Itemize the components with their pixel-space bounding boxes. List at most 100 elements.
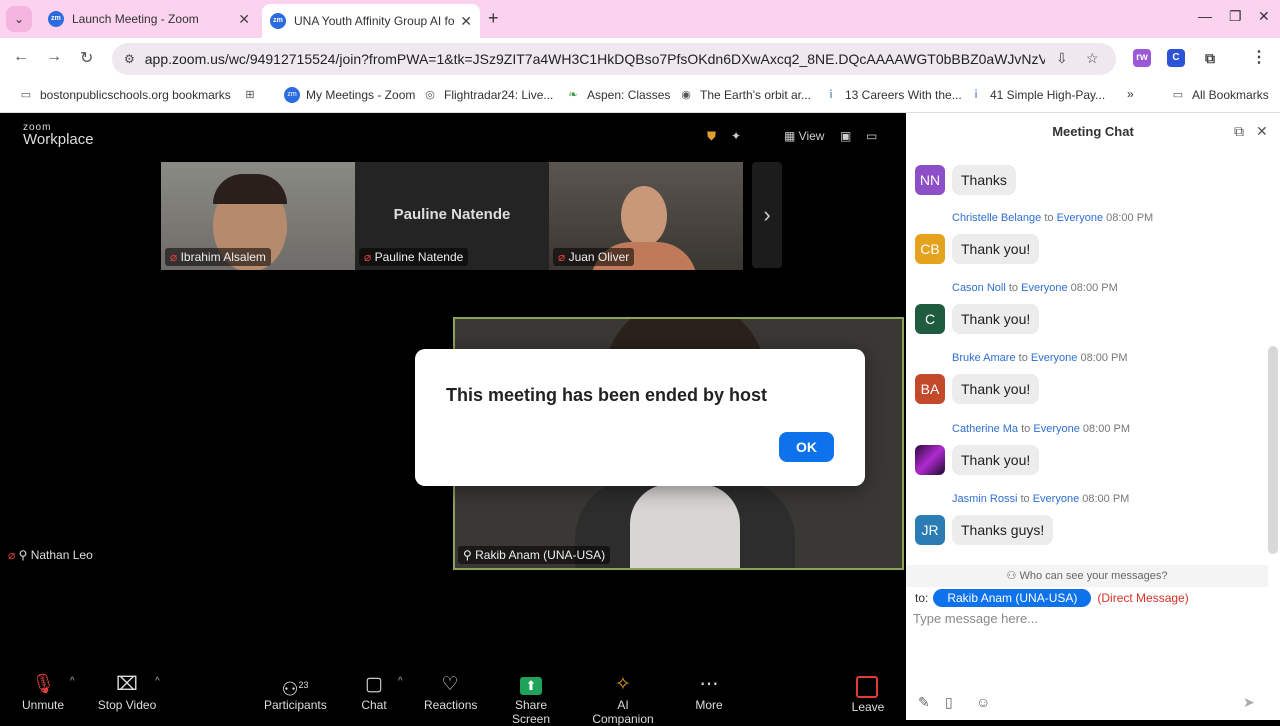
stop-video-button[interactable]: ⌧ Stop Video xyxy=(97,672,157,712)
recipient-row: to: Rakib Anam (UNA-USA) (Direct Message… xyxy=(915,589,1189,607)
view-label: View xyxy=(798,129,825,143)
reload-icon[interactable]: ↻ xyxy=(80,48,93,68)
emoji-icon[interactable]: ☺ xyxy=(976,694,990,710)
sender-name[interactable]: Jasmin Rossi xyxy=(952,493,1017,505)
more-ellipsis-icon: ⋯ xyxy=(699,674,719,695)
message-bubble: Thanks guys! xyxy=(952,515,1054,545)
install-app-icon[interactable]: ⇩ xyxy=(1056,50,1068,67)
message-bubble: Thanks xyxy=(952,165,1016,195)
chat-options-caret-icon[interactable]: ^ xyxy=(398,676,403,687)
button-label: Chat xyxy=(361,698,387,712)
ok-button[interactable]: OK xyxy=(779,432,834,462)
sender-name[interactable]: Bruke Amare xyxy=(952,352,1016,364)
message-meta: Catherine Ma to Everyone 08:00 PM xyxy=(952,423,1255,435)
message-time: 08:00 PM xyxy=(1082,493,1130,505)
participants-button[interactable]: ⚇23 Participants xyxy=(264,672,327,712)
minimize-icon[interactable]: — xyxy=(1198,8,1212,24)
bookmark-label: The Earth's orbit ar... xyxy=(700,88,812,102)
address-bar[interactable]: ⚙ app.zoom.us/wc/94912715524/join?fromPW… xyxy=(112,43,1116,75)
radar-icon: ◎ xyxy=(425,89,435,101)
bookmark-aspen[interactable]: ❧ Aspen: Classes xyxy=(565,87,670,103)
tab-una-youth[interactable]: zm UNA Youth Affinity Group AI fo ✕ xyxy=(262,4,480,38)
chat-scrollbar[interactable] xyxy=(1268,346,1278,554)
audio-options-caret-icon[interactable]: ^ xyxy=(70,676,75,687)
participant-name: Juan Oliver xyxy=(568,250,630,264)
chat-bubble-icon: ▢ xyxy=(365,674,383,695)
sender-name[interactable]: Christelle Belange xyxy=(952,212,1041,224)
bookmark-flightradar[interactable]: ◎ Flightradar24: Live... xyxy=(422,87,553,103)
recipient-selector[interactable]: Rakib Anam (UNA-USA) xyxy=(933,589,1092,607)
button-label: Stop Video xyxy=(97,698,157,712)
view-button[interactable]: ▦ View xyxy=(784,129,824,143)
pin-icon: ⚲ xyxy=(463,548,476,562)
message-time: 08:00 PM xyxy=(1070,282,1118,294)
format-text-icon[interactable]: ✎ xyxy=(918,694,930,711)
url-text: app.zoom.us/wc/94912715524/join?fromPWA=… xyxy=(144,51,1045,67)
file-attach-icon[interactable]: ▯ xyxy=(945,694,953,711)
to-label: to: xyxy=(915,591,929,605)
close-tab-icon[interactable]: ✕ xyxy=(238,11,250,28)
apps-grid-icon[interactable]: ⊞ xyxy=(242,87,264,103)
next-page-arrow[interactable]: › xyxy=(752,162,782,268)
participant-face xyxy=(621,186,667,246)
bookmark-13-careers[interactable]: ⅰ 13 Careers With the... xyxy=(823,87,961,103)
site-settings-icon[interactable]: ⚙ xyxy=(124,52,135,66)
bookmark-label: 41 Simple High-Pay... xyxy=(990,88,1106,102)
bookmark-my-meetings[interactable]: zm My Meetings - Zoom xyxy=(284,87,415,103)
tab-launch-meeting[interactable]: zm Launch Meeting - Zoom ✕ xyxy=(40,4,258,34)
extension-c-icon[interactable]: C xyxy=(1167,49,1185,67)
unmute-button[interactable]: 🎙 Unmute xyxy=(22,672,64,712)
video-options-caret-icon[interactable]: ^ xyxy=(155,676,160,687)
restore-icon[interactable]: ❐ xyxy=(1229,8,1242,25)
close-window-icon[interactable]: ✕ xyxy=(1258,8,1270,25)
video-thumbnail-ibrahim[interactable]: ⌀ Ibrahim Alsalem xyxy=(161,162,355,270)
share-screen-button[interactable]: ⬆ Share Screen xyxy=(497,672,565,726)
back-icon[interactable]: ← xyxy=(13,48,29,66)
extension-rw-icon[interactable]: rw xyxy=(1133,49,1151,67)
reactions-button[interactable]: ♡ Reactions xyxy=(424,672,478,712)
info-icon: ⅰ xyxy=(974,89,978,101)
participant-name-tag: ⌀ Pauline Natende xyxy=(359,248,469,266)
folder-icon: ▭ xyxy=(1172,89,1184,101)
close-tab-icon[interactable]: ✕ xyxy=(460,13,472,30)
video-thumbnail-juan[interactable]: ⌀ Juan Oliver xyxy=(549,162,743,270)
sender-name[interactable]: Catherine Ma xyxy=(952,423,1018,435)
send-icon[interactable]: ➤ xyxy=(1243,694,1255,711)
new-tab-button[interactable]: + xyxy=(488,8,499,29)
chat-message-input[interactable]: Type message here... xyxy=(913,611,1038,626)
participant-name-tag: ⌀ Juan Oliver xyxy=(553,248,635,266)
bookmark-all[interactable]: ▭ All Bookmarks xyxy=(1170,87,1269,103)
who-can-see-text: Who can see your messages? xyxy=(1019,570,1168,582)
chat-message: Cason Noll to Everyone 08:00 PM C Thank … xyxy=(915,282,1255,334)
browser-menu-icon[interactable]: ⋮ xyxy=(1250,49,1268,67)
bookmark-bps[interactable]: ▭ bostonpublicschools.org bookmarks xyxy=(18,87,231,103)
ai-companion-button[interactable]: ✧ AI Companion xyxy=(586,672,660,726)
security-shield-icon[interactable]: ⛊ xyxy=(707,129,716,144)
zoom-favicon-icon: zm xyxy=(48,11,64,27)
who-can-see-link[interactable]: ⚇ Who can see your messages? xyxy=(906,565,1268,587)
chat-button[interactable]: ▢ Chat xyxy=(358,672,390,712)
bookmark-star-icon[interactable]: ☆ xyxy=(1086,50,1099,67)
tab-search-button[interactable]: ⌄ xyxy=(6,6,32,32)
ai-sparkle-icon[interactable]: ✦ xyxy=(731,129,741,143)
picture-in-picture-icon[interactable]: ▣ xyxy=(840,129,851,143)
fullscreen-icon[interactable]: ▭ xyxy=(866,129,877,143)
meeting-ended-dialog: This meeting has been ended by host OK xyxy=(415,349,865,486)
extensions-puzzle-icon[interactable]: ⧉ xyxy=(1201,49,1219,67)
more-button[interactable]: ⋯ More xyxy=(692,672,726,712)
zoom-favicon-icon: zm xyxy=(270,13,286,29)
bookmark-earth-orbit[interactable]: ◉ The Earth's orbit ar... xyxy=(678,87,811,103)
leave-button[interactable]: Leave xyxy=(850,700,886,714)
video-thumbnail-pauline[interactable]: Pauline Natende ⌀ Pauline Natende xyxy=(355,162,549,270)
message-time: 08:00 PM xyxy=(1082,423,1130,435)
bookmark-41-simple[interactable]: ⅰ 41 Simple High-Pay... xyxy=(968,87,1105,103)
button-label: Reactions xyxy=(424,698,478,712)
participant-name: Nathan Leo xyxy=(30,548,93,562)
close-chat-icon[interactable]: ✕ xyxy=(1256,123,1268,140)
sender-name[interactable]: Cason Noll xyxy=(952,282,1006,294)
to-word: to xyxy=(1018,352,1028,364)
more-bookmarks-button[interactable]: » xyxy=(1127,87,1134,101)
participant-name-tag: ⌀ Ibrahim Alsalem xyxy=(165,248,271,266)
pop-out-icon[interactable]: ⧉ xyxy=(1234,123,1244,140)
forward-icon[interactable]: → xyxy=(46,48,62,66)
